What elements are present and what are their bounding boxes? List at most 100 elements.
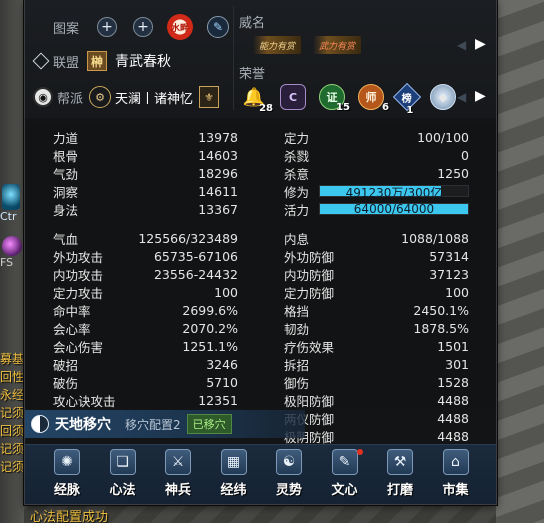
stat-name: 气血 [53,231,79,247]
stat-value: 2070.2% [182,320,238,336]
wenxin-button[interactable]: ✎ 文心 [321,449,369,501]
red-seal-emblem[interactable]: 水畔 [167,14,194,40]
side-fs-label: FS [0,256,14,269]
alliance-tag-badge: 榊 [87,51,108,71]
damo-icon: ⚒ [387,449,413,475]
notification-dot-icon [356,449,363,455]
stat-name: 洞察 [53,184,79,200]
acupoint-bar[interactable]: 天地移穴 移穴配置2 已移穴 [25,410,305,438]
diamond-icon [32,52,50,70]
stat-value: 301 [445,356,469,372]
shenbing-button[interactable]: ⚔ 神兵 [154,449,202,501]
side-skill-fs[interactable]: FS [0,234,24,274]
alliance-name[interactable]: 青武春秋 [115,51,171,71]
stat-value: 1251.1% [182,338,238,354]
shiji-label: 市集 [442,483,469,498]
stat-row: 定力攻击 100 [53,283,238,301]
xinfa-button[interactable]: ❏ 心法 [99,449,147,501]
fame-prev-arrow-icon[interactable]: ◀ [457,38,466,52]
lingshi-icon: ☯ [276,449,302,475]
stat-value: 100/100 [417,129,469,145]
stat-name: 身法 [53,202,79,218]
jingmai-icon: ✺ [54,449,80,475]
stat-row: 极阴防御 4488 [284,427,469,445]
seal-text: 水畔 [171,23,190,34]
xinfa-glyph: ❏ [116,454,129,470]
add-emblem-2-button[interactable]: + [133,17,154,37]
add-emblem-1-button[interactable]: + [97,17,118,37]
stat-name: 会心伤害 [53,339,104,355]
zheng-honor-icon[interactable]: 证 15 [319,84,350,113]
stat-row: 身法 13367 [53,200,238,218]
plus-icon: + [137,19,149,35]
lingshi-glyph: ☯ [282,454,296,470]
skill-orb-icon [2,236,22,256]
stat-row: 破伤 5710 [53,373,238,391]
gang-name[interactable]: 天澜丨诸神忆 [115,88,193,107]
acupoint-config: 移穴配置2 [125,417,181,432]
stat-name: 定力防御 [284,285,335,301]
gem-honor-icon[interactable]: ◆ [430,84,456,110]
honor-next-arrow-icon[interactable]: ▶ [475,88,486,104]
stat-value: 14611 [198,183,238,199]
stat-name: 破伤 [53,375,79,391]
shiji-glyph: ⌂ [451,454,460,470]
stat-row: 杀戮 0 [284,146,469,164]
lingshi-button[interactable]: ☯ 灵势 [265,449,313,501]
c-honor-icon[interactable]: C [280,84,306,110]
jingwei-button[interactable]: ▦ 经纬 [210,449,258,501]
bell-honor-icon[interactable]: 🔔 28 [241,84,273,115]
stat-name: 命中率 [53,303,91,319]
stat-value: 1501 [437,338,469,354]
damo-button[interactable]: ⚒ 打磨 [376,449,424,501]
wenxin-label: 文心 [331,483,358,498]
stat-value: 2450.1% [413,302,469,318]
stat-value: 3246 [206,356,238,372]
fame-next-arrow-icon[interactable]: ▶ [475,36,486,52]
stat-name: 格挡 [284,303,310,319]
honor-count: 1 [406,104,414,116]
gang-rank-shield-icon: ⚜ [199,86,220,108]
gem-honor-glyph: ◆ [438,90,448,104]
stat-value: 12351 [198,392,238,408]
gang-label: 帮派 [57,91,84,107]
fame-title-1[interactable]: 能力有赏 [253,36,302,54]
bottom-chat-line: 心法配置成功 [30,510,109,523]
gang-logo-icon: ⚙ [89,86,112,108]
jingmai-button[interactable]: ✺ 经脉 [43,449,91,501]
honor-prev-arrow-icon[interactable]: ◀ [457,90,466,104]
yinyang-icon [31,415,49,433]
stat-row: 疗伤效果 1501 [284,337,469,355]
bang-honor-icon[interactable]: 榜1 [392,82,422,116]
xinfa-icon: ❏ [109,449,136,475]
shi-honor-icon[interactable]: 师6 [358,84,389,113]
bottom-toolbar: ✺ 经脉 ❏ 心法 ⚔ 神兵 ▦ 经纬 ☯ 灵势 ✎ 文心 ⚒ 打磨 ⌂ 市集 [25,444,496,504]
stat-name: 力道 [53,130,79,146]
stat-value: 4488 [437,392,469,408]
stat-name: 定力攻击 [53,285,104,301]
shiji-button[interactable]: ⌂ 市集 [432,449,480,501]
stat-value: 37123 [429,266,469,282]
stat-name: 御伤 [284,375,310,391]
side-skill-ctr[interactable]: Ctr [0,184,24,232]
identity-section: 图案 + + 水畔 ✎ 联盟 榊 青武春秋 ◉ 帮派 ⚙ 天澜丨诸神忆 ⚜ 威名… [25,0,496,118]
stat-row: 定力防御 100 [284,283,469,301]
side-ctr-label: Ctr [0,210,17,223]
stat-name: 外功防御 [284,249,335,265]
character-info-panel: 图案 + + 水畔 ✎ 联盟 榊 青武春秋 ◉ 帮派 ⚙ 天澜丨诸神忆 ⚜ 威名… [24,0,497,505]
stat-name: 根骨 [53,148,79,164]
stat-value: 2699.6% [182,302,238,318]
jingwei-icon: ▦ [220,449,247,475]
fame-title-1-text: 能力有赏 [259,41,296,52]
stat-value: 13367 [198,201,238,217]
stat-name: 内功防御 [284,267,335,283]
side-chat-line: 记须 [0,460,24,474]
shenbing-glyph: ⚔ [171,454,185,470]
brush-emblem-button[interactable]: ✎ [207,16,230,38]
acupoint-title: 天地移穴 [55,417,111,433]
fame-title-2[interactable]: 武力有赏 [313,36,362,54]
shi-honor-glyph: 师 [365,91,377,104]
stat-row: 气血 125566/323489 [53,229,238,247]
stat-value: 125566/323489 [138,230,238,246]
stat-name: 定力 [284,130,310,146]
